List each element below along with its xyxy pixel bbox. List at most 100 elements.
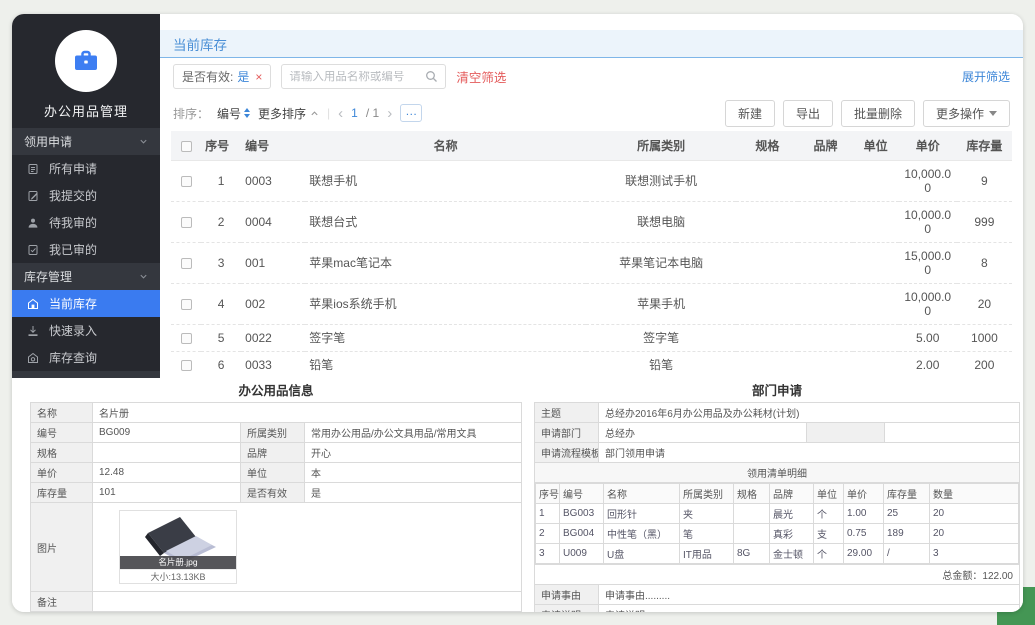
detail-cell: 189 — [884, 524, 930, 544]
table-row[interactable]: 60033铅笔铅笔2.00200 — [171, 351, 1012, 378]
sidebar-item-当前库存[interactable]: 当前库存 — [12, 290, 160, 317]
clear-filter-link[interactable]: 清空筛选 — [456, 67, 506, 86]
table-row[interactable]: 10003联想手机联想测试手机10,000.009 — [171, 160, 1012, 201]
field-label: 是否有效 — [241, 483, 305, 503]
prev-page-icon[interactable]: ‹ — [338, 106, 343, 121]
chevron-down-icon — [139, 272, 148, 281]
detail-cell: IT用品 — [680, 544, 734, 564]
sidebar-item-快速录入[interactable]: 快速录入 — [12, 317, 160, 344]
cell-name: 联想手机 — [305, 160, 586, 201]
column-header-品牌[interactable]: 品牌 — [798, 131, 852, 160]
more-operations-button[interactable]: 更多操作 — [923, 100, 1010, 127]
cell-name: 苹果ios系统手机 — [305, 283, 586, 324]
row-checkbox-cell — [171, 283, 201, 324]
nav-group-库存管理[interactable]: 库存管理 — [12, 263, 160, 290]
sidebar-item-我已审的[interactable]: 我已审的 — [12, 236, 160, 263]
filter-chip[interactable]: 是否有效: 是 × — [173, 64, 271, 89]
cell-name: 铅笔 — [305, 351, 586, 378]
search-icon[interactable] — [425, 70, 438, 83]
sidebar-item-所有申请[interactable]: 所有申请 — [12, 155, 160, 182]
select-all-checkbox[interactable] — [181, 141, 192, 152]
field-value: BG009 — [93, 423, 241, 443]
table-row[interactable]: 50022签字笔签字笔5.001000 — [171, 324, 1012, 351]
search-input[interactable] — [289, 71, 425, 83]
field-value: 12.48 — [93, 463, 241, 483]
expand-filter-link[interactable]: 展开筛选 — [962, 68, 1010, 85]
field-value: 101 — [93, 483, 241, 503]
row-checkbox-cell — [171, 201, 201, 242]
detail-section-title: 领用清单明细 — [535, 463, 1020, 483]
item-panel-title: 办公用品信息 — [30, 380, 522, 402]
row-checkbox[interactable] — [181, 258, 192, 269]
field-value: 管理员 — [93, 612, 241, 613]
next-page-icon[interactable]: › — [387, 106, 392, 121]
batch-delete-button[interactable]: 批量删除 — [841, 100, 915, 127]
sidebar-item-我提交的[interactable]: 我提交的 — [12, 182, 160, 209]
cell-code: 0033 — [241, 351, 305, 378]
detail-column-单价: 单价 — [844, 484, 884, 504]
nav-group-领用申请[interactable]: 领用申请 — [12, 128, 160, 155]
cell-category: 苹果手机 — [586, 283, 736, 324]
column-header-名称[interactable]: 名称 — [305, 131, 586, 160]
field-label: 名称 — [31, 403, 93, 423]
column-header-规格[interactable]: 规格 — [736, 131, 798, 160]
item-info-panel: 办公用品信息 名称 名片册 编号 BG009 所属类别 常用办公用品/办公文具用… — [30, 380, 522, 612]
app-window: 办公用品管理 领用申请所有申请我提交的待我审的我已审的库存管理当前库存快速录入库… — [12, 14, 1023, 612]
nav-group-统计报表[interactable]: 统计报表 — [12, 371, 160, 378]
new-button[interactable]: 新建 — [725, 100, 775, 127]
detail-cell: 金士顿 — [770, 544, 814, 564]
detail-column-名称: 名称 — [604, 484, 680, 504]
sidebar-item-label: 待我审的 — [49, 214, 97, 231]
column-header-序号[interactable]: 序号 — [201, 131, 241, 160]
cell-name: 联想台式 — [305, 201, 586, 242]
cell-spec — [736, 201, 798, 242]
doc-icon — [27, 163, 40, 175]
sidebar-item-label: 我提交的 — [49, 187, 97, 204]
row-checkbox[interactable] — [181, 333, 192, 344]
more-sort-button[interactable]: 更多排序 — [258, 105, 319, 122]
cell-unit — [853, 160, 899, 201]
row-checkbox[interactable] — [181, 360, 192, 371]
export-button[interactable]: 导出 — [783, 100, 833, 127]
detail-cell: BG003 — [560, 504, 604, 524]
nav-group-label: 领用申请 — [24, 133, 72, 150]
department-request-panel: 部门申请 主题 总经办2016年6月办公用品及办公耗材(计划) 申请部门 总经办… — [534, 380, 1020, 612]
current-page[interactable]: 1 — [351, 106, 358, 120]
download-icon — [27, 325, 40, 337]
cell-category: 联想测试手机 — [586, 160, 736, 201]
column-header-所属类别[interactable]: 所属类别 — [586, 131, 736, 160]
row-checkbox[interactable] — [181, 176, 192, 187]
row-checkbox[interactable] — [181, 217, 192, 228]
cell-code: 0004 — [241, 201, 305, 242]
more-pages-button[interactable]: … — [400, 104, 422, 122]
chip-remove-icon[interactable]: × — [255, 70, 262, 84]
attachment-thumbnail[interactable]: 名片册.jpg 大小:13.13KB — [119, 510, 237, 584]
table-row[interactable]: 4002苹果ios系统手机苹果手机10,000.0020 — [171, 283, 1012, 324]
cell-spec — [736, 160, 798, 201]
total-label: 总金额： — [942, 571, 982, 582]
detail-cell — [734, 504, 770, 524]
detail-cell: 3 — [930, 544, 1019, 564]
detail-cell: 29.00 — [844, 544, 884, 564]
field-label: 库存量 — [31, 483, 93, 503]
field-label: 备注 — [31, 592, 93, 612]
sidebar-item-库存查询[interactable]: 库存查询 — [12, 344, 160, 371]
field-value-empty — [885, 423, 1020, 443]
column-header-单价[interactable]: 单价 — [899, 131, 957, 160]
row-checkbox[interactable] — [181, 299, 192, 310]
table-row[interactable]: 3001苹果mac笔记本苹果笔记本电脑15,000.008 — [171, 242, 1012, 283]
row-checkbox-cell — [171, 160, 201, 201]
column-header-编号[interactable]: 编号 — [241, 131, 305, 160]
detail-cell: 个 — [814, 544, 844, 564]
sort-field-button[interactable]: 编号 — [217, 105, 250, 122]
cell-name: 苹果mac笔记本 — [305, 242, 586, 283]
sidebar-item-待我审的[interactable]: 待我审的 — [12, 209, 160, 236]
column-header-库存量[interactable]: 库存量 — [957, 131, 1012, 160]
detail-cell: 支 — [814, 524, 844, 544]
cell-price: 10,000.00 — [899, 283, 957, 324]
detail-cell: 20 — [930, 524, 1019, 544]
table-row[interactable]: 20004联想台式联想电脑10,000.00999 — [171, 201, 1012, 242]
cell-spec — [736, 351, 798, 378]
column-header-单位[interactable]: 单位 — [853, 131, 899, 160]
main-content: 当前库存 是否有效: 是 × 清空筛选 展开筛选 排序： 编号 — [160, 14, 1023, 378]
